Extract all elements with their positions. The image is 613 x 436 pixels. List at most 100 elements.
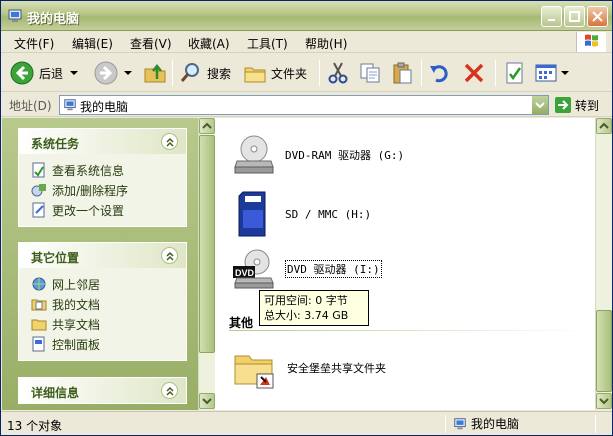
scroll-down-button[interactable]: [199, 393, 215, 409]
place-label: 控制面板: [52, 337, 101, 352]
back-button[interactable]: 后退: [9, 58, 79, 88]
forward-button[interactable]: [93, 58, 133, 88]
task-pane-scrollbar[interactable]: [198, 118, 215, 410]
minimize-icon: [547, 18, 555, 21]
up-folder-button[interactable]: [143, 58, 167, 88]
windows-logo: [576, 32, 606, 52]
task-label: 添加/删除程序: [52, 183, 129, 198]
my-documents-icon: [31, 299, 47, 311]
system-tasks-panel: 系统任务 查看系统信息 添加/删除程序 更改一个设置: [18, 128, 187, 227]
chevron-down-icon: [535, 102, 545, 109]
sd-card-icon: [238, 191, 266, 237]
menu-view[interactable]: 查看(V): [130, 35, 172, 52]
details-title: 详细信息: [31, 386, 80, 400]
task-pane: 系统任务 查看系统信息 添加/删除程序 更改一个设置 其它位置 网上邻居 我的文…: [2, 118, 198, 410]
add-remove-programs-icon: [31, 184, 46, 197]
collapse-button[interactable]: [161, 133, 178, 150]
folder-item[interactable]: 安全堡垒共享文件夹: [233, 346, 386, 390]
back-arrow-icon: [10, 61, 34, 85]
properties-button[interactable]: [503, 58, 527, 88]
system-tasks-header[interactable]: 系统任务: [19, 129, 186, 154]
dvd-ram-drive-icon: [234, 135, 274, 174]
expand-button[interactable]: [161, 382, 178, 399]
explorer-window: 我的电脑 文件(F) 编辑(E) 查看(V) 收藏(A) 工具(T) 帮助(H): [0, 0, 613, 436]
search-icon: [180, 63, 199, 82]
cut-button[interactable]: [326, 58, 350, 88]
menu-tools[interactable]: 工具(T): [247, 35, 288, 52]
scroll-thumb[interactable]: [596, 310, 612, 392]
menu-file[interactable]: 文件(F): [14, 35, 54, 52]
drive-name: DVD 驱动器 (I:): [285, 260, 382, 278]
windows-flag-icon: [585, 34, 598, 47]
scroll-down-button[interactable]: [596, 393, 612, 409]
place-my-documents[interactable]: 我的文档: [31, 294, 186, 314]
place-shared-documents[interactable]: 共享文档: [31, 314, 186, 334]
toolbar-separator: [172, 60, 173, 86]
chevron-up-icon: [165, 137, 174, 147]
change-setting-icon: [32, 202, 45, 218]
go-label: 转到: [575, 98, 600, 113]
place-control-panel[interactable]: 控制面板: [31, 334, 186, 354]
views-icon: [535, 64, 557, 82]
window-title: 我的电脑: [27, 12, 80, 27]
status-bar: 13 个对象 我的电脑: [1, 411, 612, 435]
shared-documents-icon: [31, 319, 47, 331]
copy-button[interactable]: [358, 58, 382, 88]
collapse-button[interactable]: [161, 247, 178, 264]
back-dropdown-icon[interactable]: [69, 68, 79, 78]
search-button[interactable]: 搜索: [179, 58, 231, 88]
copy-icon: [360, 63, 380, 83]
address-input[interactable]: 我的电脑: [59, 95, 549, 115]
drive-item[interactable]: DVD-RAM 驱动器 (G:): [233, 134, 404, 176]
folders-button[interactable]: 文件夹: [243, 58, 307, 88]
maximize-button[interactable]: [564, 6, 585, 27]
delete-button[interactable]: [462, 58, 486, 88]
drive-item[interactable]: SD / MMC (H:): [233, 190, 371, 238]
back-label: 后退: [39, 66, 64, 81]
undo-button[interactable]: [428, 58, 452, 88]
close-button[interactable]: [587, 6, 608, 27]
toolbar-separator: [421, 60, 422, 86]
menu-bar: 文件(F) 编辑(E) 查看(V) 收藏(A) 工具(T) 帮助(H): [1, 31, 612, 53]
group-divider: [229, 330, 589, 331]
task-add-remove-programs[interactable]: 添加/删除程序: [31, 180, 186, 200]
my-computer-icon: [454, 417, 466, 429]
menu-help[interactable]: 帮助(H): [305, 35, 347, 52]
address-label: 地址(D): [9, 99, 52, 113]
system-info-icon: [32, 162, 45, 178]
scroll-thumb[interactable]: [199, 135, 215, 353]
details-header[interactable]: 详细信息: [19, 378, 186, 403]
folders-icon: [244, 67, 266, 83]
task-view-system-info[interactable]: 查看系统信息: [31, 160, 186, 180]
task-change-setting[interactable]: 更改一个设置: [31, 200, 186, 220]
address-bar: 地址(D) 我的电脑 转到: [1, 93, 612, 117]
undo-icon: [430, 65, 448, 83]
menu-edit[interactable]: 编辑(E): [72, 35, 113, 52]
file-list-scrollbar[interactable]: [595, 118, 612, 410]
tooltip-free-space: 可用空间: 0 字节: [264, 294, 348, 307]
title-bar[interactable]: 我的电脑: [1, 1, 612, 31]
chevron-up-icon: [202, 122, 212, 129]
scroll-up-button[interactable]: [596, 118, 612, 134]
minimize-button[interactable]: [541, 6, 562, 27]
address-dropdown-button[interactable]: [531, 96, 548, 114]
file-list[interactable]: DVD-RAM 驱动器 (G:) SD / MMC (H:) DVD DVD 驱…: [215, 118, 595, 410]
dvd-badge: DVD: [235, 268, 255, 278]
other-places-header[interactable]: 其它位置: [19, 243, 186, 268]
paste-icon: [393, 62, 412, 84]
menu-favorites[interactable]: 收藏(A): [188, 35, 230, 52]
drive-tooltip: 可用空间: 0 字节 总大小: 3.74 GB: [259, 290, 369, 326]
scroll-up-button[interactable]: [199, 118, 215, 134]
place-network[interactable]: 网上邻居: [31, 274, 186, 294]
place-label: 网上邻居: [52, 277, 101, 292]
views-dropdown-icon[interactable]: [560, 68, 570, 78]
delete-x-icon: [464, 63, 484, 83]
status-divider: [595, 415, 596, 433]
paste-button[interactable]: [390, 58, 414, 88]
forward-dropdown-icon[interactable]: [123, 68, 133, 78]
chevron-down-icon: [599, 398, 609, 405]
go-button[interactable]: 转到: [555, 95, 609, 115]
drive-item[interactable]: DVD DVD 驱动器 (I:): [233, 248, 382, 290]
views-button[interactable]: [534, 58, 570, 88]
status-divider: [445, 415, 446, 433]
